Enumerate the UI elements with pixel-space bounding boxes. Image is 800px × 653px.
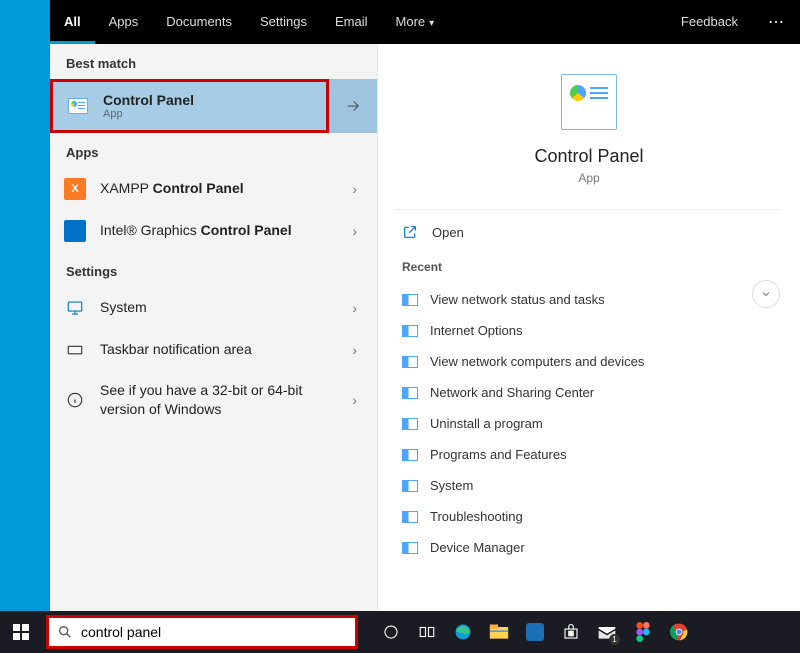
recent-item[interactable]: View network status and tasks — [396, 284, 782, 315]
chevron-right-icon: › — [352, 342, 363, 358]
open-label: Open — [432, 225, 464, 240]
recent-header: Recent — [402, 260, 776, 274]
xampp-icon: X — [64, 178, 86, 200]
expand-button[interactable] — [752, 280, 780, 308]
chevron-right-icon: › — [352, 181, 363, 197]
recent-item[interactable]: View network computers and devices — [396, 346, 782, 377]
monitor-icon — [64, 297, 86, 319]
file-explorer-icon[interactable] — [488, 621, 510, 643]
recent-item[interactable]: Uninstall a program — [396, 408, 782, 439]
tab-documents[interactable]: Documents — [152, 0, 246, 44]
arrow-right-icon[interactable] — [329, 79, 377, 133]
mail-icon[interactable]: 1 — [596, 621, 618, 643]
app-result-xampp[interactable]: X XAMPP Control Panel › — [50, 168, 377, 210]
tab-all[interactable]: All — [50, 0, 95, 44]
taskbar: 1 — [0, 611, 800, 653]
search-icon — [57, 624, 73, 640]
tab-settings[interactable]: Settings — [246, 0, 321, 44]
edge-icon[interactable] — [452, 621, 474, 643]
control-panel-icon — [402, 325, 418, 337]
taskbar-icon — [64, 339, 86, 361]
start-button[interactable] — [0, 611, 42, 653]
settings-result-bitversion[interactable]: See if you have a 32-bit or 64-bit versi… — [50, 371, 377, 429]
info-icon — [64, 389, 86, 411]
chevron-right-icon: › — [352, 392, 363, 408]
figma-icon[interactable] — [632, 621, 654, 643]
feedback-link[interactable]: Feedback — [667, 0, 752, 44]
tab-more[interactable]: More▾ — [382, 0, 449, 44]
control-panel-icon — [402, 449, 418, 461]
control-panel-icon — [402, 480, 418, 492]
preview-title: Control Panel — [378, 146, 800, 167]
recent-item[interactable]: Device Manager — [396, 532, 782, 563]
chevron-right-icon: › — [352, 223, 363, 239]
store-icon[interactable] — [560, 621, 582, 643]
preview-panel: Control Panel App Open Recent View netwo… — [378, 0, 800, 611]
recent-item[interactable]: Internet Options — [396, 315, 782, 346]
section-settings: Settings — [50, 252, 377, 287]
taskbar-search[interactable] — [46, 615, 358, 649]
section-best-match: Best match — [50, 44, 377, 79]
chevron-right-icon: › — [352, 300, 363, 316]
settings-result-taskbar[interactable]: Taskbar notification area › — [50, 329, 377, 371]
best-match-result[interactable]: Control Panel App — [50, 79, 377, 133]
recent-item[interactable]: Troubleshooting — [396, 501, 782, 532]
cortana-icon[interactable] — [380, 621, 402, 643]
section-apps: Apps — [50, 133, 377, 168]
intel-icon — [64, 220, 86, 242]
recent-item[interactable]: System — [396, 470, 782, 501]
chevron-down-icon: ▾ — [429, 18, 434, 29]
control-panel-large-icon — [561, 74, 617, 130]
app-icon-blue[interactable] — [524, 621, 546, 643]
open-action[interactable]: Open — [396, 210, 782, 254]
tab-apps[interactable]: Apps — [95, 0, 153, 44]
recent-item[interactable]: Network and Sharing Center — [396, 377, 782, 408]
accent-strip — [0, 0, 50, 611]
recent-item[interactable]: Programs and Features — [396, 439, 782, 470]
control-panel-icon — [402, 294, 418, 306]
task-view-icon[interactable] — [416, 621, 438, 643]
more-options-button[interactable]: ⋯ — [752, 12, 800, 32]
app-result-intel[interactable]: Intel® Graphics Control Panel › — [50, 210, 377, 252]
search-tabbar: All Apps Documents Settings Email More▾ … — [50, 0, 800, 44]
control-panel-icon — [402, 356, 418, 368]
control-panel-icon — [67, 95, 89, 117]
search-results-panel: Best match Control Panel App Apps X XAMP… — [50, 0, 378, 611]
search-input[interactable] — [73, 624, 347, 640]
settings-result-system[interactable]: System › — [50, 287, 377, 329]
recent-list: View network status and tasks Internet O… — [396, 284, 782, 563]
control-panel-icon — [402, 418, 418, 430]
chrome-icon[interactable] — [668, 621, 690, 643]
best-match-subtitle: App — [103, 108, 312, 120]
preview-subtitle: App — [378, 171, 800, 185]
tab-email[interactable]: Email — [321, 0, 382, 44]
control-panel-icon — [402, 542, 418, 554]
control-panel-icon — [402, 511, 418, 523]
control-panel-icon — [402, 387, 418, 399]
best-match-title: Control Panel — [103, 92, 312, 108]
open-icon — [402, 224, 418, 240]
